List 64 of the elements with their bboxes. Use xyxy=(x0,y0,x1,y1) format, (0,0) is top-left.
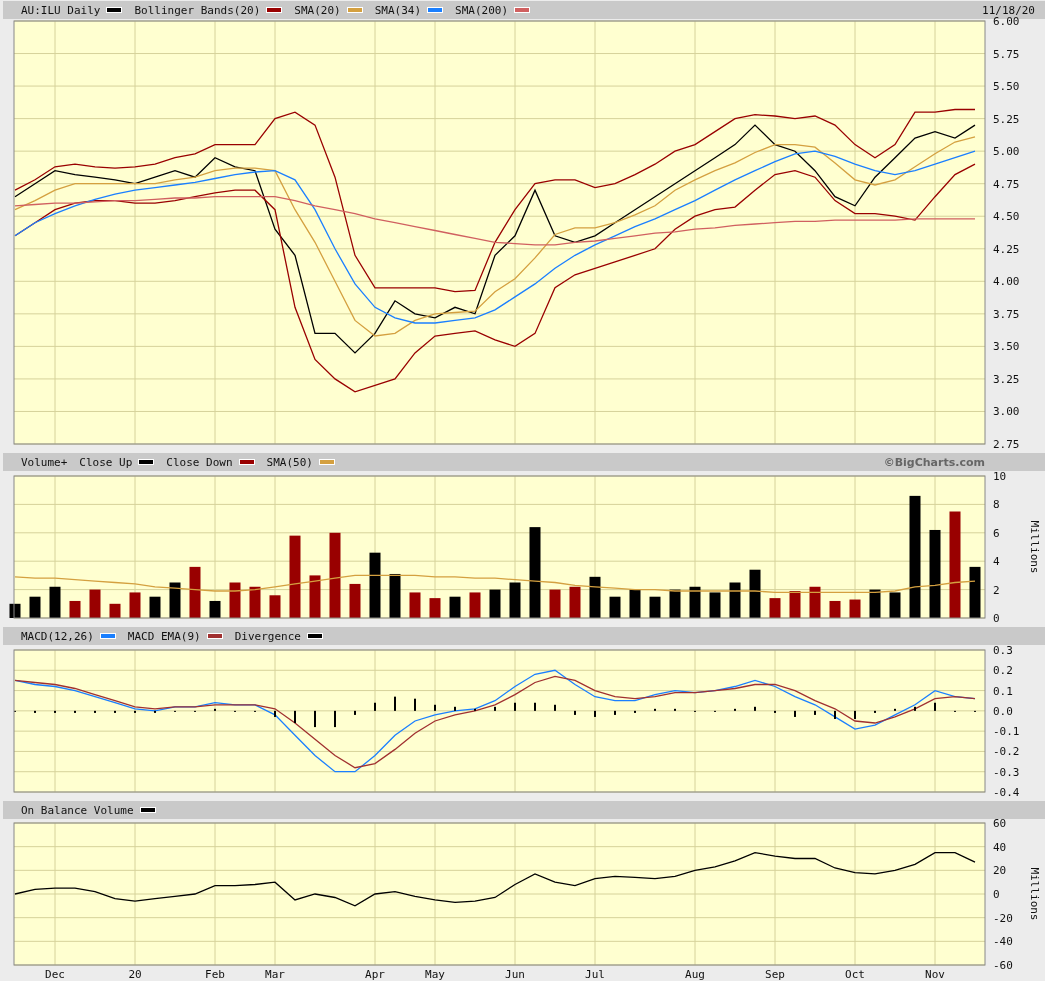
y-tick-label: 0.2 xyxy=(993,664,1013,678)
legend-label: Bollinger Bands(20) xyxy=(134,3,261,17)
y-tick-label: -0.3 xyxy=(993,765,1020,779)
y-tick-label: 4.50 xyxy=(993,210,1020,224)
y-tick-label: 4 xyxy=(993,555,1000,569)
legend-label: AU:ILU Daily xyxy=(21,3,101,17)
legend-title: Volume+ xyxy=(21,455,68,469)
y-tick-label: 6.00 xyxy=(993,15,1020,28)
y-tick-label: 10 xyxy=(993,470,1007,483)
y-tick-label: -40 xyxy=(993,935,1013,949)
y-tick-label: 5.50 xyxy=(993,80,1020,94)
legend-label: On Balance Volume xyxy=(21,803,134,817)
y-tick-label: 5.00 xyxy=(993,145,1020,159)
legend-label: SMA(200) xyxy=(455,3,509,17)
y-tick-label: 2.75 xyxy=(993,438,1020,451)
y-tick-label: 0.3 xyxy=(993,644,1013,657)
legend-label: Close Down xyxy=(166,455,233,469)
x-tick-label: Sep xyxy=(765,968,785,981)
axis-title: Millions xyxy=(1028,867,1041,921)
y-tick-label: 0.1 xyxy=(993,684,1013,698)
x-tick-label: May xyxy=(425,968,445,981)
axis-title: Millions xyxy=(1028,520,1041,574)
y-tick-label: 3.00 xyxy=(993,405,1020,419)
x-tick-label: 20 xyxy=(128,968,142,981)
y-tick-label: 4.75 xyxy=(993,177,1020,191)
x-tick-label: Nov xyxy=(925,968,945,981)
legend-label: Divergence xyxy=(234,629,301,643)
y-tick-label: 2 xyxy=(993,583,1000,597)
x-tick-label: Aug xyxy=(685,968,705,981)
y-tick-label: -0.2 xyxy=(993,745,1020,759)
y-tick-label: 4.00 xyxy=(993,275,1020,289)
x-tick-label: Feb xyxy=(205,968,225,981)
y-tick-label: 6 xyxy=(993,526,1000,540)
y-tick-label: 40 xyxy=(993,840,1007,854)
y-tick-label: 0.0 xyxy=(993,704,1013,718)
legend-label: MACD(12,26) xyxy=(21,629,94,643)
x-tick-label: Apr xyxy=(365,968,385,981)
legend-label: SMA(34) xyxy=(374,3,422,17)
chart-credit: ©BigCharts.com xyxy=(883,455,985,469)
legend-label: SMA(50) xyxy=(266,455,313,469)
y-tick-label: 3.50 xyxy=(993,340,1020,354)
x-tick-label: Jun xyxy=(505,968,525,981)
legend-label: SMA(20) xyxy=(294,3,341,17)
y-tick-label: -20 xyxy=(993,911,1013,925)
y-tick-label: 3.25 xyxy=(993,372,1020,386)
legend-label: MACD EMA(9) xyxy=(127,629,201,643)
x-tick-label: Jul xyxy=(585,968,605,981)
y-tick-label: 0 xyxy=(993,888,1000,901)
y-tick-label: 5.75 xyxy=(993,47,1020,61)
y-tick-label: 4.25 xyxy=(993,242,1020,256)
y-tick-label: -60 xyxy=(993,959,1013,972)
y-tick-label: -0.4 xyxy=(993,786,1020,799)
chart-date: 11/18/20 xyxy=(982,3,1035,17)
x-tick-label: Oct xyxy=(845,968,865,981)
legend-label: Close Up xyxy=(79,455,133,469)
y-tick-label: 60 xyxy=(993,817,1007,830)
y-tick-label: 5.25 xyxy=(993,112,1020,126)
y-tick-label: 8 xyxy=(993,498,1000,512)
y-tick-label: 3.75 xyxy=(993,307,1020,321)
y-tick-label: 0 xyxy=(993,612,1000,625)
y-tick-label: -0.1 xyxy=(993,725,1020,739)
x-tick-label: Dec xyxy=(45,968,65,981)
y-tick-label: 20 xyxy=(993,864,1007,878)
x-tick-label: Mar xyxy=(265,968,285,981)
